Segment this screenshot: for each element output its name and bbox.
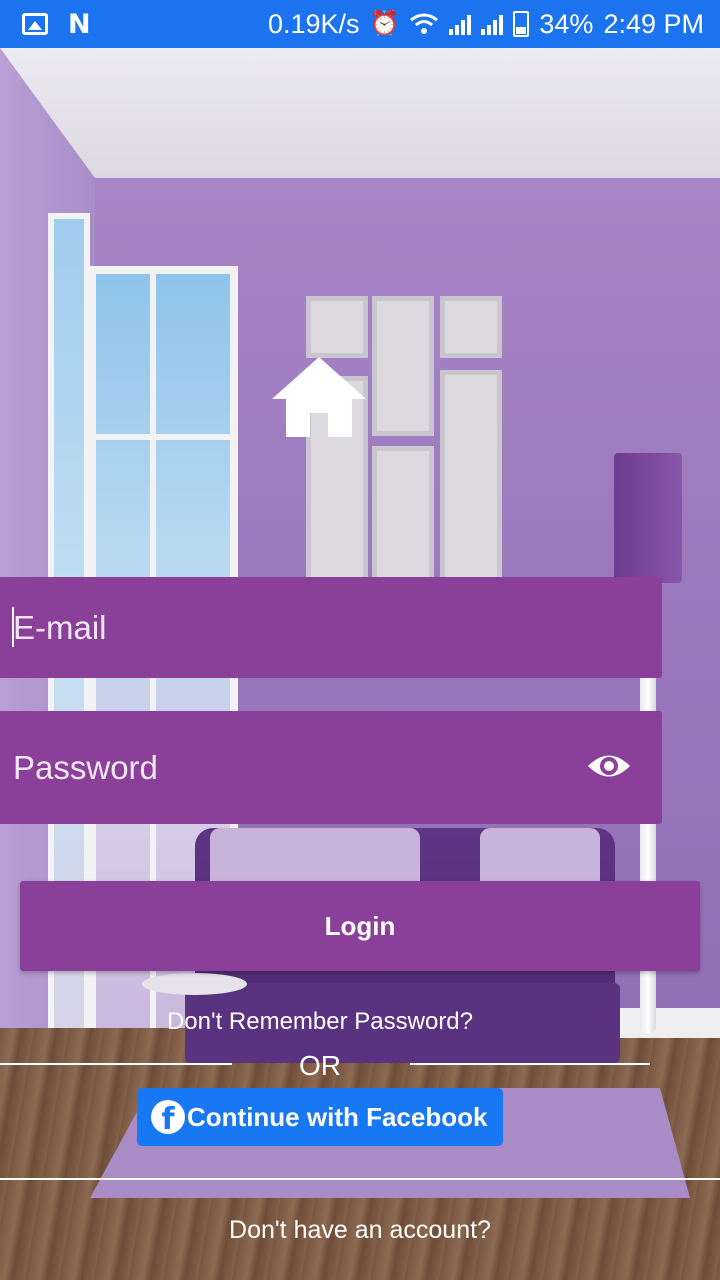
wall-frame <box>306 296 368 358</box>
ceiling <box>0 48 720 178</box>
clock: 2:49 PM <box>603 8 704 39</box>
bottom-divider <box>0 1178 720 1180</box>
or-separator: OR <box>0 1050 720 1084</box>
divider-right <box>410 1063 650 1065</box>
lamp-shade <box>614 453 682 583</box>
password-field-container <box>0 711 662 824</box>
login-button[interactable]: Login <box>20 881 700 971</box>
or-text: OR <box>299 1050 341 1081</box>
password-field[interactable] <box>0 748 662 787</box>
email-field[interactable] <box>0 608 662 647</box>
wall-frame <box>372 296 434 436</box>
battery-percent: 34% <box>539 8 594 39</box>
signup-link[interactable]: Don't have an account? <box>0 1216 720 1245</box>
email-field-container <box>0 577 662 678</box>
wifi-icon <box>410 13 439 34</box>
n-notification-icon: N <box>68 8 91 40</box>
wall-frame <box>440 296 502 358</box>
battery-icon <box>513 11 530 37</box>
alarm-icon: ⏰ <box>369 10 400 37</box>
signal-icon <box>481 13 504 35</box>
wall-frame <box>440 370 502 610</box>
eye-icon[interactable] <box>586 749 632 783</box>
facebook-icon: f <box>151 1100 185 1137</box>
continue-with-facebook-button[interactable]: f Continue with Facebook <box>137 1088 503 1146</box>
side-table <box>142 973 247 995</box>
status-left: N <box>22 9 91 40</box>
forgot-password-link[interactable]: Don't Remember Password? <box>0 1008 640 1036</box>
facebook-button-label: Continue with Facebook <box>187 1101 488 1132</box>
image-notification-icon <box>22 13 48 35</box>
signal-icon <box>449 13 472 35</box>
status-bar: N 0.19K/s ⏰ 34% 2:49 PM <box>0 0 720 48</box>
text-cursor <box>12 607 14 647</box>
home-icon <box>272 357 366 437</box>
status-right: 0.19K/s ⏰ 34% 2:49 PM <box>268 9 704 40</box>
network-speed: 0.19K/s <box>267 8 360 39</box>
